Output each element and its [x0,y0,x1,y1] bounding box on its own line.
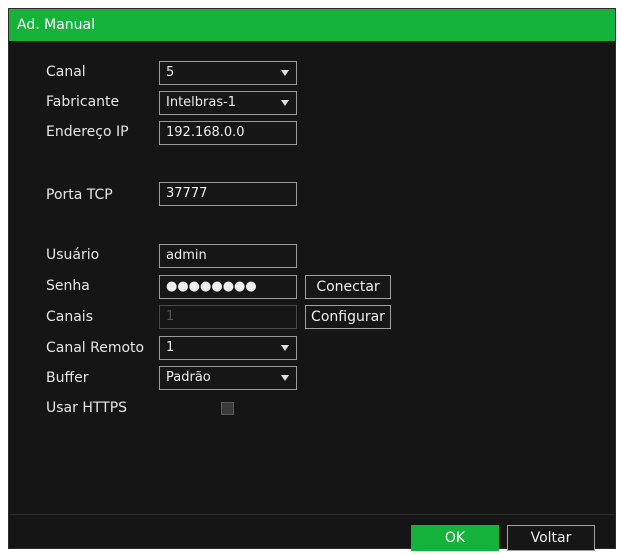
dialog-title: Ad. Manual [17,17,95,33]
chevron-down-icon [281,70,289,76]
usuario-value: admin [166,248,207,263]
ok-button[interactable]: OK [411,525,499,551]
fabricante-value: Intelbras-1 [166,95,237,110]
usuario-label: Usuário [46,247,100,263]
chevron-down-icon [281,345,289,351]
senha-value: ●●●●●●●● [166,279,257,294]
canal-remoto-select[interactable]: 1 [159,336,297,360]
buffer-label: Buffer [46,370,89,386]
footer-divider [9,514,615,515]
endereco-ip-label: Endereço IP [46,124,129,140]
endereco-ip-input[interactable]: 192.168.0.0 [159,121,297,145]
porta-tcp-label: Porta TCP [46,187,113,203]
canais-label: Canais [46,309,93,325]
porta-tcp-value: 37777 [166,186,208,201]
buffer-value: Padrão [166,370,211,385]
usar-https-label: Usar HTTPS [46,400,128,416]
fabricante-label: Fabricante [46,94,120,110]
canal-value: 5 [166,65,175,80]
chevron-down-icon [281,100,289,106]
conectar-button[interactable]: Conectar [305,275,391,299]
fabricante-select[interactable]: Intelbras-1 [159,91,297,115]
manual-add-dialog: Ad. Manual Canal 5 Fabricante Intelbras-… [8,8,616,551]
porta-tcp-input[interactable]: 37777 [159,182,297,206]
senha-input[interactable]: ●●●●●●●● [159,275,297,299]
senha-label: Senha [46,278,90,294]
canais-input: 1 [159,305,297,329]
canal-label: Canal [46,64,86,80]
buffer-select[interactable]: Padrão [159,366,297,390]
canal-remoto-value: 1 [166,340,175,355]
canal-select[interactable]: 5 [159,61,297,85]
canal-remoto-label: Canal Remoto [46,340,145,356]
chevron-down-icon [281,375,289,381]
dialog-titlebar: Ad. Manual [9,9,615,41]
voltar-button[interactable]: Voltar [507,525,595,551]
endereco-ip-value: 192.168.0.0 [166,125,245,140]
usar-https-checkbox[interactable] [221,402,234,415]
usuario-input[interactable]: admin [159,244,297,268]
configurar-button[interactable]: Configurar [305,305,391,329]
canais-value: 1 [166,309,175,324]
